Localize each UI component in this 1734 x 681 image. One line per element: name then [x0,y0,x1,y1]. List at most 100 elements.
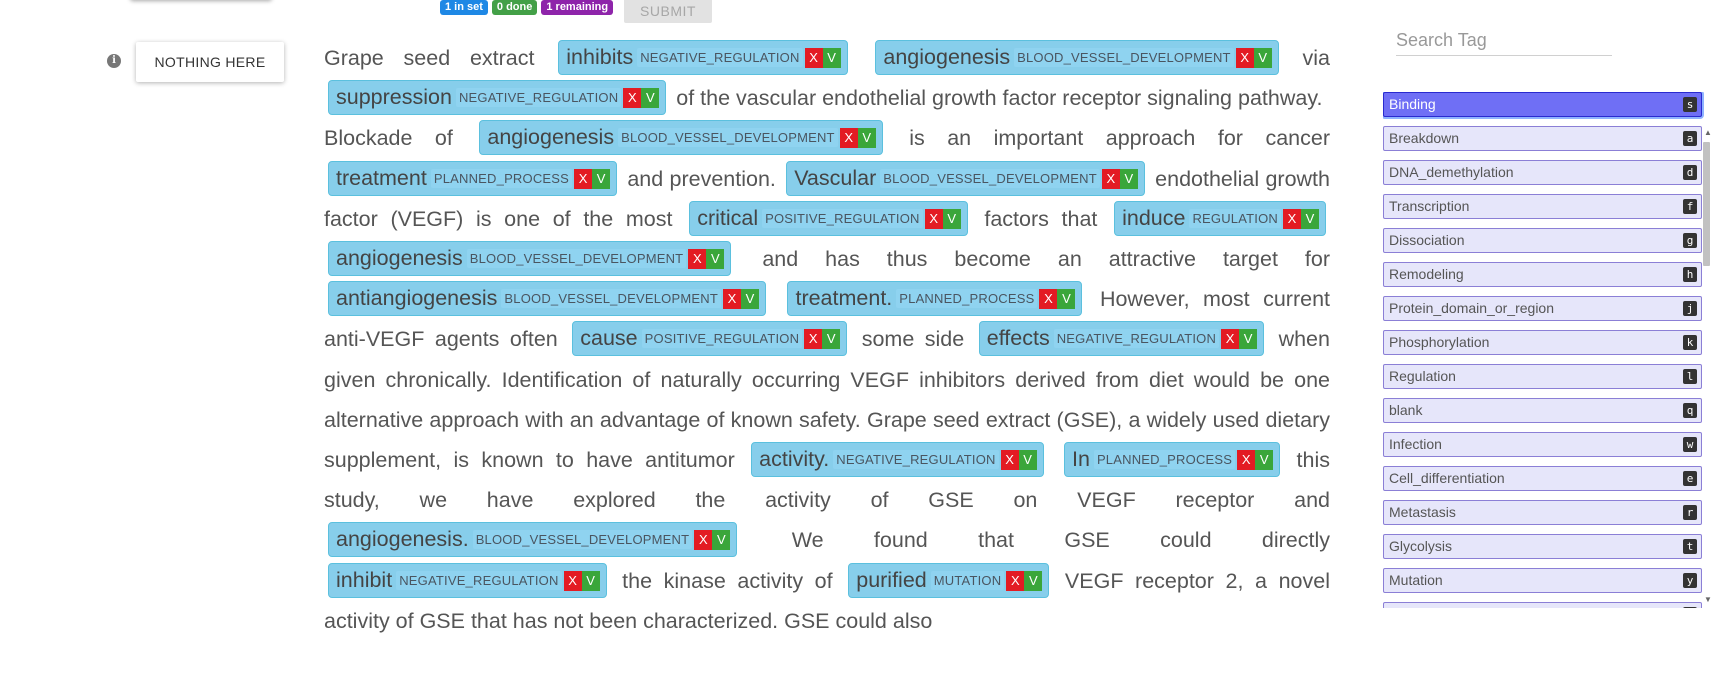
accept-button[interactable]: V [1239,329,1258,350]
accept-button[interactable]: V [592,168,611,189]
info-icon: i [107,54,121,68]
tag-item[interactable]: Glycolysis t [1383,534,1702,559]
entity-chip[interactable]: In PLANNED_PROCESS X V [1064,442,1281,478]
text-span: is an important approach for cancer [909,126,1330,151]
tag-item[interactable]: Remodeling h [1383,262,1702,287]
entity-label: BLOOD_VESSEL_DEVELOPMENT [618,128,838,148]
accept-button[interactable]: V [1018,450,1037,471]
reject-button[interactable]: X [839,128,858,149]
reject-button[interactable]: X [723,289,741,310]
entity-chip[interactable]: purified MUTATION X V [848,562,1050,598]
accept-button[interactable]: V [942,208,961,229]
accept-button[interactable]: V [1253,48,1272,68]
entity-chip[interactable]: angiogenesis BLOOD_VESSEL_DEVELOPMENT X V [875,40,1279,75]
entity-label: NEGATIVE_REGULATION [833,450,999,470]
scroll-down-icon[interactable]: ▼ [1704,595,1712,604]
tag-item[interactable]: Phosphorylation k [1383,330,1702,355]
entity-label: NEGATIVE_REGULATION [1053,329,1220,349]
reject-button[interactable]: X [688,249,707,270]
scroll-up-icon[interactable]: ▲ [1704,128,1712,137]
accept-button[interactable]: V [857,128,876,149]
reject-button[interactable]: X [804,329,823,350]
reject-button[interactable]: X [804,48,823,68]
entity-chip[interactable]: effects NEGATIVE_REGULATION X V [978,321,1265,357]
entity-label: REGULATION [1189,208,1282,228]
tag-item[interactable]: Metastasis r [1383,500,1702,525]
nothing-here-button[interactable]: NOTHING HERE [136,42,284,82]
entity-chip[interactable]: Vascular BLOOD_VESSEL_DEVELOPMENT X V [786,160,1145,196]
accept-button[interactable]: V [712,530,731,551]
accept-button[interactable]: V [706,249,725,270]
accept-button[interactable]: V [822,48,841,68]
reject-button[interactable]: X [924,208,943,229]
tag-shortcut-key: s [1683,97,1697,112]
tag-label: Regulation [1389,368,1456,384]
reject-button[interactable]: X [1006,570,1025,591]
text-span: Blockade of [324,126,453,151]
tag-item[interactable]: Infection w [1383,432,1702,457]
text-span: Grape seed extract [324,46,535,70]
entity-chip[interactable]: angiogenesis BLOOD_VESSEL_DEVELOPMENT X V [328,241,732,277]
accept-button[interactable]: V [1301,208,1320,229]
entity-chip[interactable]: treatment. PLANNED_PROCESS X V [787,281,1083,317]
reject-button[interactable]: X [1235,48,1254,68]
entity-word: In [1072,447,1090,472]
entity-chip[interactable]: inhibits NEGATIVE_REGULATION X V [558,40,848,75]
search-tag-input[interactable] [1396,26,1612,56]
tag-label: Glycolysis [1389,538,1453,554]
tag-item[interactable]: Dissociation g [1383,228,1702,253]
tag-label: Binding [1389,96,1436,112]
tag-shortcut-key: d [1683,165,1697,180]
reject-button[interactable]: X [1000,450,1019,471]
tag-label: Cell_differentiation [1389,470,1505,486]
tag-item[interactable]: Regulation l [1383,364,1702,389]
accept-button[interactable]: V [581,570,600,591]
submit-button[interactable]: SUBMIT [624,0,712,23]
entity-chip[interactable]: angiogenesis BLOOD_VESSEL_DEVELOPMENT X V [479,120,883,156]
tag-item[interactable]: DNA_demethylation d [1383,160,1702,185]
entity-label: PLANNED_PROCESS [1093,450,1236,470]
entity-chip[interactable]: treatment PLANNED_PROCESS X V [328,160,618,196]
accept-button[interactable]: V [1255,450,1274,471]
entity-word: suppression [336,85,452,110]
in-set-badge: 1 in set [440,0,488,15]
reject-button[interactable]: X [1101,168,1120,189]
reject-button[interactable]: X [694,530,713,551]
tag-item[interactable]: Positive_regulationu [1383,602,1702,608]
reject-button[interactable]: X [1221,329,1240,350]
entity-chip[interactable]: antiangiogenesis BLOOD_VESSEL_DEVELOPMENT… [328,281,766,317]
progress-badges: 1 in set 0 done 1 remaining [440,0,614,15]
accept-button[interactable]: V [741,289,759,310]
reject-button[interactable]: X [574,168,593,189]
accept-button[interactable]: V [822,329,841,350]
entity-chip[interactable]: cause POSITIVE_REGULATION X V [572,321,848,357]
reject-button[interactable]: X [1039,289,1058,310]
entity-word: antiangiogenesis [336,286,498,311]
entity-chip[interactable]: activity. NEGATIVE_REGULATION X V [751,442,1044,478]
scrollbar-thumb[interactable] [1703,142,1710,266]
reject-button[interactable]: X [1237,450,1256,471]
reject-button[interactable]: X [623,88,642,109]
entity-chip[interactable]: inhibit NEGATIVE_REGULATION X V [328,562,607,598]
tag-shortcut-key: h [1683,267,1697,282]
tag-item[interactable]: Transcription f [1383,194,1702,219]
entity-chip[interactable]: induce REGULATION X V [1114,200,1327,236]
accept-button[interactable]: V [1119,168,1138,189]
tag-item[interactable]: Mutation y [1383,568,1702,593]
entity-word: treatment. [795,286,893,311]
accept-button[interactable]: V [1057,289,1076,310]
tag-item[interactable]: Cell_differentiation e [1383,466,1702,491]
accept-button[interactable]: V [1024,570,1043,591]
entity-chip[interactable]: suppression NEGATIVE_REGULATION X V [328,80,667,116]
entity-word: inhibit [336,567,393,592]
tag-item[interactable]: Binding s [1383,92,1702,117]
reject-button[interactable]: X [1283,208,1302,229]
entity-chip[interactable]: angiogenesis. BLOOD_VESSEL_DEVELOPMENT X V [328,522,738,558]
tag-item[interactable]: Breakdown a [1383,126,1702,151]
tag-item[interactable]: Protein_domain_or_region j [1383,296,1702,321]
reject-button[interactable]: X [563,570,582,591]
entity-chip[interactable]: critical POSITIVE_REGULATION X V [689,200,968,236]
tag-shortcut-key: k [1683,335,1697,350]
accept-button[interactable]: V [641,88,660,109]
tag-item[interactable]: blank q [1383,398,1702,423]
